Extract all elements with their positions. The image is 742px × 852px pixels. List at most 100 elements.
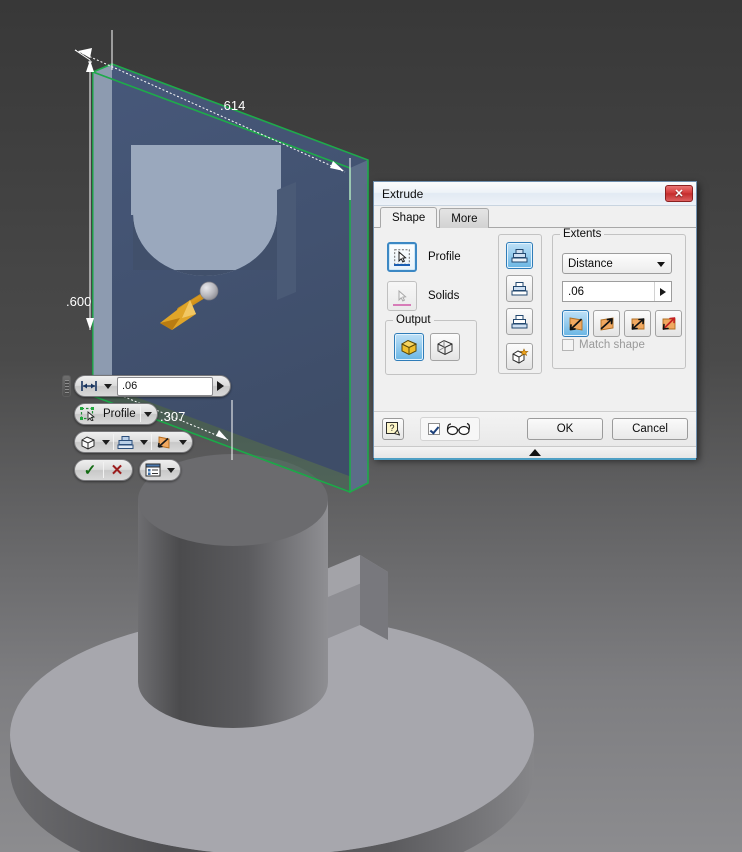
direction-arrow-icon[interactable] bbox=[152, 432, 176, 452]
operation-cut-button[interactable] bbox=[506, 275, 533, 302]
mini-option-group bbox=[74, 431, 193, 453]
direction-1-button[interactable] bbox=[562, 310, 589, 337]
direction-flipped-icon bbox=[600, 316, 613, 331]
profile-arrow-icon bbox=[394, 249, 410, 265]
operation-join-button[interactable] bbox=[506, 242, 533, 269]
profile-select-icon[interactable] bbox=[77, 404, 99, 424]
direction-symmetric-button[interactable] bbox=[624, 310, 651, 337]
extrude-dialog[interactable]: Extrude ✕ Shape More Profile Solids Outp… bbox=[373, 181, 697, 460]
dialog-tabs[interactable]: Shape More bbox=[374, 206, 696, 228]
profile-select-group: Profile bbox=[74, 403, 158, 425]
distance-between-glyph bbox=[81, 381, 97, 391]
mini-toolbar-row-actions: ✓ ✕ bbox=[62, 458, 234, 482]
output-solid-button[interactable] bbox=[394, 333, 424, 361]
profile-select-button[interactable] bbox=[387, 242, 417, 272]
accept-button[interactable]: ✓ bbox=[77, 460, 103, 480]
match-shape-label: Match shape bbox=[579, 339, 645, 351]
extents-type-combobox[interactable]: Distance bbox=[562, 253, 672, 274]
extents-group: Extents Distance .06 Match shape bbox=[552, 228, 686, 369]
tab-shape[interactable]: Shape bbox=[380, 207, 438, 228]
check-icon: ✓ bbox=[83, 461, 97, 479]
distance-control-group: .06 bbox=[74, 375, 231, 397]
mini-toolbar-row-distance: .06 bbox=[62, 374, 234, 398]
tab-more[interactable]: More bbox=[439, 208, 490, 228]
output-surface-button[interactable] bbox=[430, 333, 460, 361]
solids-selector-label: Solids bbox=[428, 290, 460, 302]
distance-input[interactable]: .06 bbox=[117, 376, 213, 396]
match-shape-checkbox[interactable] bbox=[562, 339, 574, 351]
options-list-icon[interactable] bbox=[142, 460, 164, 480]
extents-distance-input[interactable]: .06 bbox=[562, 281, 672, 302]
join-icon[interactable] bbox=[114, 432, 137, 452]
direction-arrow-glyph bbox=[157, 435, 170, 449]
accept-cancel-group: ✓ ✕ bbox=[74, 459, 133, 481]
chevron-down-icon bbox=[657, 262, 665, 267]
dialog-body-shape: Profile Solids Output Extents Distance .… bbox=[374, 228, 696, 392]
match-shape-row[interactable]: Match shape bbox=[562, 339, 645, 351]
part-geometry bbox=[10, 454, 534, 852]
extents-type-value: Distance bbox=[568, 257, 613, 270]
profile-select-glyph bbox=[80, 407, 96, 421]
solid-cube-icon bbox=[400, 339, 418, 355]
cancel-button[interactable]: Cancel bbox=[612, 418, 688, 440]
output-dropdown-caret[interactable] bbox=[102, 439, 110, 445]
solids-select-button[interactable] bbox=[387, 281, 417, 311]
cut-icon bbox=[511, 281, 528, 295]
dialog-expand-handle[interactable] bbox=[374, 446, 696, 458]
glasses-icon bbox=[446, 422, 470, 436]
direction-2-button[interactable] bbox=[593, 310, 620, 337]
toolbar-drag-handle[interactable] bbox=[62, 375, 71, 397]
options-list-glyph bbox=[145, 463, 161, 477]
options-dropdown-caret[interactable] bbox=[167, 467, 175, 473]
extrude-mini-toolbar[interactable]: .06 Profile ✓ ✕ bbox=[62, 374, 234, 486]
extents-distance-dropdown-icon[interactable] bbox=[660, 288, 666, 296]
profile-button-label[interactable]: Profile bbox=[99, 408, 140, 420]
direction-asymmetric-icon bbox=[662, 316, 675, 330]
profile-selector-label: Profile bbox=[428, 251, 461, 263]
extents-distance-value: .06 bbox=[568, 285, 584, 298]
profile-selector-row[interactable]: Profile bbox=[387, 242, 461, 272]
distance-between-icon[interactable] bbox=[77, 376, 101, 396]
dialog-titlebar[interactable]: Extrude ✕ bbox=[374, 182, 696, 206]
new-solid-icon bbox=[512, 348, 529, 364]
cad-3d-viewport[interactable]: .614 .600 .307 .06 Profile ✓ ✕ Extrude ✕… bbox=[0, 0, 742, 852]
svg-text:?: ? bbox=[389, 423, 394, 433]
preview-checkbox[interactable] bbox=[428, 423, 440, 435]
direction-asymmetric-button[interactable] bbox=[655, 310, 682, 337]
ok-button[interactable]: OK bbox=[527, 418, 603, 440]
surface-cube-icon bbox=[437, 339, 453, 355]
help-icon: ? bbox=[386, 422, 400, 436]
join-glyph bbox=[117, 435, 134, 449]
distance-dropdown-caret[interactable] bbox=[104, 383, 112, 389]
solids-arrow-icon bbox=[398, 289, 407, 302]
cancel-button[interactable]: ✕ bbox=[104, 460, 130, 480]
mini-toolbar-row-profile: Profile bbox=[62, 402, 234, 426]
direction-symmetric-icon bbox=[631, 317, 644, 330]
help-button[interactable]: ? bbox=[382, 418, 404, 440]
dimension-label-614: .614 bbox=[220, 98, 245, 113]
dialog-footer: ? OK Cancel bbox=[374, 411, 696, 446]
join-icon bbox=[511, 248, 528, 262]
operation-new-solid-button[interactable] bbox=[506, 343, 533, 370]
intersect-icon bbox=[511, 314, 528, 328]
distance-spin-arrow-icon[interactable] bbox=[217, 381, 224, 391]
close-icon[interactable]: ✕ bbox=[665, 185, 693, 202]
profile-dropdown-caret[interactable] bbox=[143, 411, 152, 417]
dialog-title: Extrude bbox=[382, 186, 424, 201]
operation-dropdown-caret[interactable] bbox=[140, 439, 148, 445]
output-group: Output bbox=[385, 314, 477, 375]
operation-intersect-button[interactable] bbox=[506, 308, 533, 335]
dimension-label-600: .600 bbox=[66, 294, 91, 309]
options-group bbox=[139, 459, 181, 481]
direction-dropdown-caret[interactable] bbox=[179, 439, 187, 445]
solids-selector-row[interactable]: Solids bbox=[387, 281, 459, 311]
operation-group bbox=[498, 234, 542, 374]
preview-toggle-group[interactable] bbox=[420, 417, 480, 441]
direction-buttons bbox=[562, 310, 682, 337]
solid-cube-glyph bbox=[81, 435, 95, 450]
dialog-bottom-edge bbox=[374, 458, 696, 460]
extents-group-legend: Extents bbox=[560, 228, 605, 240]
solid-cube-icon[interactable] bbox=[77, 432, 99, 452]
triangle-up-icon bbox=[529, 449, 541, 456]
output-group-legend: Output bbox=[393, 314, 434, 326]
